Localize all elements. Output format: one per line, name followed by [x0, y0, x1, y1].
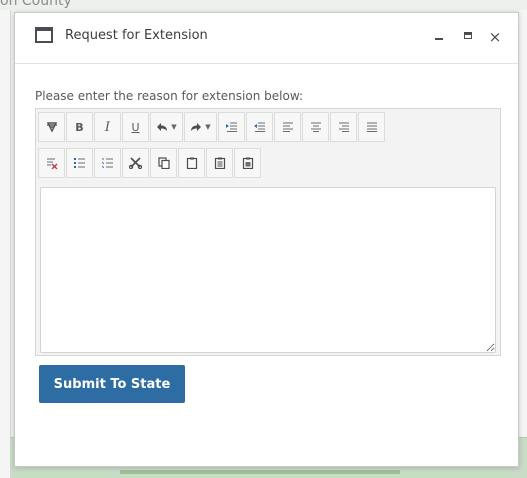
undo-button[interactable]: ▼	[150, 112, 183, 142]
paste-word-icon	[242, 157, 253, 169]
italic-label: I	[104, 119, 111, 135]
redo-icon	[191, 123, 202, 131]
outdent-icon	[253, 122, 265, 132]
redo-dropdown-icon[interactable]: ▼	[205, 123, 210, 131]
rich-text-editor: B I U ▼ ▼	[35, 108, 501, 356]
background-county-text: on County	[0, 0, 72, 9]
reason-prompt: Please enter the reason for extension be…	[35, 89, 304, 103]
paste-button[interactable]	[178, 148, 205, 178]
undo-dropdown-icon[interactable]: ▼	[171, 123, 176, 131]
reason-textarea[interactable]	[40, 187, 496, 353]
bold-label: B	[75, 120, 84, 134]
underline-button[interactable]: U	[122, 112, 149, 142]
italic-button[interactable]: I	[94, 112, 121, 142]
align-center-button[interactable]	[302, 112, 329, 142]
submit-to-state-button[interactable]: Submit To State	[39, 365, 185, 403]
remove-format-icon	[46, 158, 57, 169]
undo-icon	[157, 123, 168, 131]
toolbar-row-1: B I U ▼ ▼	[38, 112, 499, 146]
background-left-panel	[0, 10, 11, 478]
indent-button[interactable]	[218, 112, 245, 142]
clear-formatting-button[interactable]	[38, 112, 65, 142]
bold-button[interactable]: B	[66, 112, 93, 142]
numbered-list-icon	[101, 158, 113, 168]
minimize-button[interactable]	[429, 27, 449, 47]
align-right-button[interactable]	[330, 112, 357, 142]
numbered-list-button[interactable]	[94, 148, 121, 178]
paste-text-button[interactable]	[206, 148, 233, 178]
background-green-accent	[120, 470, 400, 474]
underline-label: U	[131, 120, 140, 134]
dialog-titlebar: Request for Extension ×	[15, 13, 518, 64]
background-right-panel	[519, 10, 527, 478]
maximize-button[interactable]	[459, 27, 479, 47]
copy-icon	[157, 157, 170, 169]
window-icon	[35, 27, 53, 43]
align-left-button[interactable]	[274, 112, 301, 142]
align-center-icon	[310, 122, 321, 132]
extension-dialog: Request for Extension × Please enter the…	[14, 12, 519, 467]
remove-format-button[interactable]	[38, 148, 65, 178]
toolbar-row-2	[38, 148, 305, 182]
paste-icon	[186, 157, 197, 169]
bulleted-list-button[interactable]	[66, 148, 93, 178]
outdent-button[interactable]	[246, 112, 273, 142]
align-justify-icon	[366, 122, 377, 132]
page: on County Request for Extension × Please…	[0, 0, 527, 478]
indent-icon	[225, 122, 237, 132]
align-left-icon	[282, 122, 293, 132]
copy-button[interactable]	[150, 148, 177, 178]
scissors-icon	[129, 157, 142, 169]
dialog-title: Request for Extension	[65, 28, 208, 43]
bulleted-list-icon	[73, 158, 85, 168]
paste-word-button[interactable]	[234, 148, 261, 178]
eraser-icon	[46, 122, 57, 133]
close-button[interactable]: ×	[485, 27, 505, 47]
align-justify-button[interactable]	[358, 112, 385, 142]
redo-button[interactable]: ▼	[184, 112, 217, 142]
align-right-icon	[338, 122, 349, 132]
editor-toolbar: B I U ▼ ▼	[37, 110, 499, 184]
paste-text-icon	[214, 157, 225, 169]
cut-button[interactable]	[122, 148, 149, 178]
